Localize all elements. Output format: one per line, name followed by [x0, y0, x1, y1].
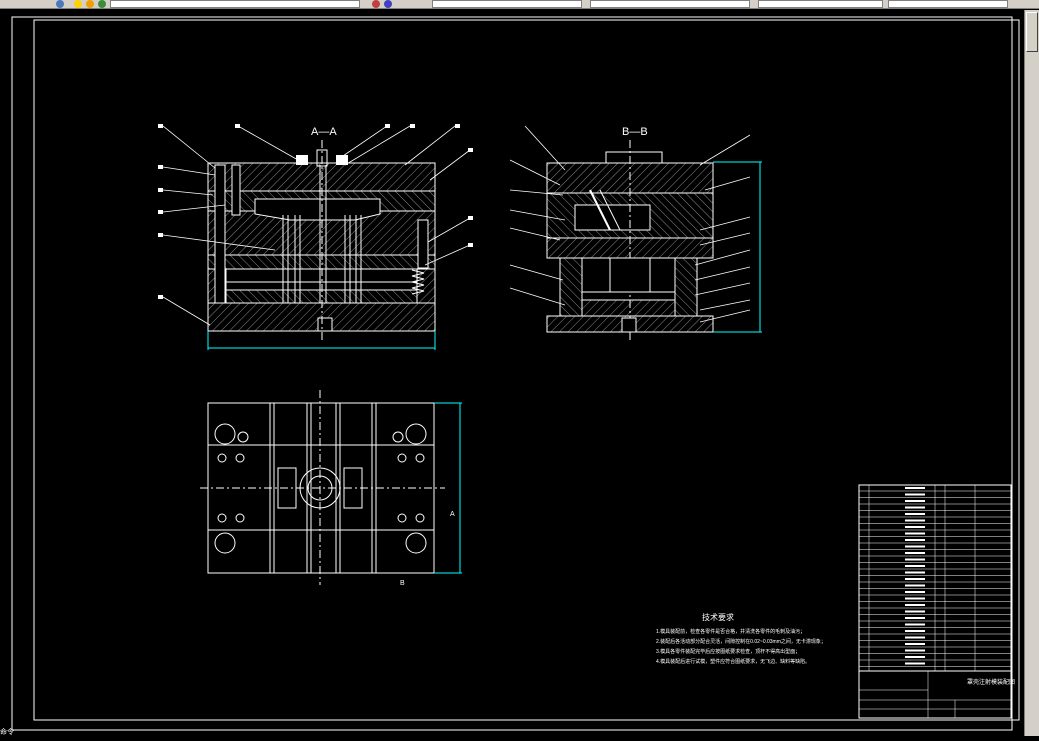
command-line[interactable]: 命令 — [0, 729, 30, 736]
parts-list-mark — [905, 513, 925, 515]
layer-icon[interactable] — [56, 0, 64, 8]
section-aa-view[interactable]: A—A — [158, 124, 473, 350]
parts-list-mark — [905, 519, 925, 522]
parts-list-mark — [905, 591, 925, 593]
vertical-scrollbar[interactable] — [1024, 10, 1039, 736]
scrollbar-thumb[interactable] — [1026, 12, 1038, 52]
technical-requirements: 技术要求 1.模具装配前，检查各零件是否合格，并清洗各零件的毛刺及油污； 2.装… — [656, 612, 826, 665]
sun-icon[interactable] — [86, 0, 94, 8]
parts-list-mark — [905, 636, 925, 639]
parts-list — [858, 484, 1012, 672]
drawing-frame-outer — [11, 16, 1013, 731]
parts-list-mark — [905, 584, 925, 587]
parts-list-mark — [905, 578, 925, 580]
tech-line-4: 4.模具装配后进行试模，塑件应符合图纸要求，无飞边、缺料等缺陷。 — [656, 658, 810, 665]
linetype-dropdown[interactable] — [590, 0, 750, 8]
parts-list-mark — [905, 493, 925, 496]
parts-list-mark — [905, 656, 925, 658]
parts-list-mark — [905, 532, 925, 535]
parts-list-mark — [905, 643, 925, 645]
parts-list-mark — [905, 617, 925, 619]
tech-requirements-title: 技术要求 — [702, 612, 734, 622]
parts-list-mark — [905, 630, 925, 632]
section-bb-view[interactable]: B—B — [509, 125, 762, 340]
layer-states-icon[interactable] — [384, 0, 392, 8]
tech-line-3: 3.模具各零件装配完毕后应按图纸要求检查，顶杆不得高出型面； — [656, 648, 800, 655]
lineweight-dropdown[interactable] — [758, 0, 883, 8]
drawing-canvas[interactable]: A—A B—B A B 技术要求 1.模具装配前，检查各零件是否合格，并清洗各零… — [0, 10, 1024, 736]
tech-line-2: 2.装配后各活动部分配合灵活，间隙控制在0.02~0.03mm之间，无卡滞现象； — [656, 638, 826, 645]
layer-previous-icon[interactable] — [372, 0, 380, 8]
section-aa-title: A—A — [311, 126, 337, 138]
parts-list-mark — [905, 500, 925, 502]
parts-list-mark — [905, 623, 925, 626]
parts-list-mark — [905, 565, 925, 567]
plan-view[interactable]: A B — [200, 390, 462, 587]
parts-list-mark — [905, 649, 925, 652]
parts-list-mark — [905, 604, 925, 606]
title-block: 罩壳注射模装配图 — [858, 670, 1015, 719]
parts-list-mark — [905, 558, 925, 561]
parts-list-mark — [905, 610, 925, 613]
plan-mark-a: A — [450, 511, 455, 518]
plan-mark-b: B — [400, 580, 405, 587]
layer-dropdown[interactable] — [110, 0, 360, 8]
parts-list-mark — [905, 552, 925, 554]
parts-list-mark — [905, 526, 925, 528]
parts-list-mark — [905, 597, 925, 600]
lightbulb-icon[interactable] — [74, 0, 82, 8]
parts-list-mark — [905, 539, 925, 541]
color-dropdown[interactable] — [432, 0, 582, 8]
plot-style-dropdown[interactable] — [888, 0, 1008, 8]
parts-list-mark — [905, 571, 925, 574]
parts-list-mark — [905, 506, 925, 509]
drawing-frame-inner — [33, 19, 1020, 721]
title-block-name: 罩壳注射模装配图 — [967, 678, 1015, 686]
lock-icon[interactable] — [98, 0, 106, 8]
parts-list-mark — [905, 545, 925, 548]
parts-list-mark — [905, 487, 925, 489]
toolbar — [0, 0, 1039, 9]
tech-line-1: 1.模具装配前，检查各零件是否合格，并清洗各零件的毛刺及油污； — [656, 628, 805, 635]
section-bb-title: B—B — [622, 126, 648, 138]
parts-list-mark — [905, 662, 925, 665]
drawing-svg: A—A B—B A B 技术要求 1.模具装配前，检查各零件是否合格，并清洗各零… — [11, 16, 1020, 731]
